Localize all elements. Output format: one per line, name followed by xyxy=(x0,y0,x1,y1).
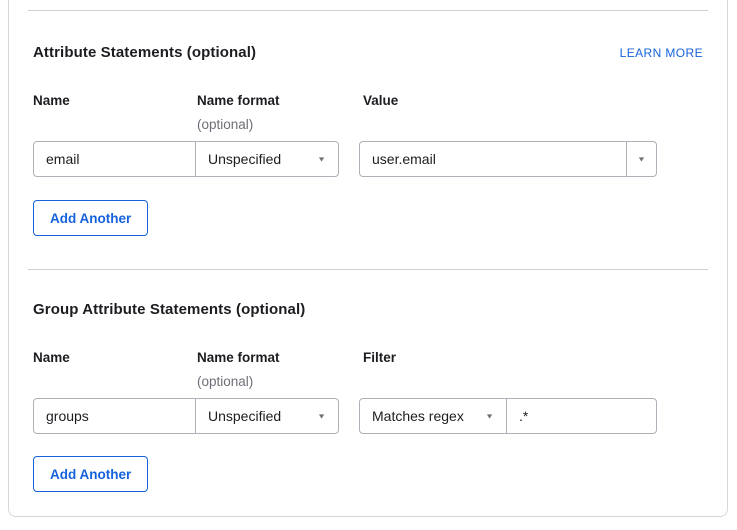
chevron-down-icon: ▼ xyxy=(317,412,326,419)
column-header-name-format: Name format (optional) xyxy=(197,94,359,132)
column-header-name-format: Name format (optional) xyxy=(197,351,359,389)
value-dropdown-button[interactable]: ▼ xyxy=(626,141,657,177)
name-format-dropdown[interactable]: Unspecified ▼ xyxy=(195,141,339,177)
section-divider-top xyxy=(28,10,708,11)
section-divider-middle xyxy=(28,269,708,270)
name-and-format-group: Unspecified ▼ xyxy=(33,141,339,177)
optional-note: (optional) xyxy=(197,118,359,132)
chevron-down-icon: ▼ xyxy=(317,155,326,162)
add-another-group-attribute-button[interactable]: Add Another xyxy=(33,456,148,492)
filter-group: Matches regex ▼ xyxy=(359,398,657,434)
name-and-format-group: Unspecified ▼ xyxy=(33,398,339,434)
filter-value-input[interactable] xyxy=(506,398,657,434)
saml-settings-card: Attribute Statements (optional) LEARN MO… xyxy=(8,0,728,517)
value-group: ▼ xyxy=(359,141,657,177)
attribute-value-input[interactable] xyxy=(359,141,627,177)
attribute-name-input[interactable] xyxy=(33,141,196,177)
column-headers-row: Name Name format (optional) Filter xyxy=(33,351,703,389)
column-header-name: Name xyxy=(33,351,197,365)
section-header: Group Attribute Statements (optional) xyxy=(33,301,703,318)
section-header: Attribute Statements (optional) LEARN MO… xyxy=(33,44,703,61)
optional-note: (optional) xyxy=(197,375,359,389)
group-attribute-name-input[interactable] xyxy=(33,398,196,434)
filter-type-dropdown[interactable]: Matches regex ▼ xyxy=(359,398,507,434)
attribute-statements-section: Attribute Statements (optional) LEARN MO… xyxy=(33,44,703,236)
section-title-attribute-statements: Attribute Statements (optional) xyxy=(33,44,256,61)
section-title-group-attribute-statements: Group Attribute Statements (optional) xyxy=(33,301,305,318)
column-header-value: Value xyxy=(359,94,703,108)
column-headers-row: Name Name format (optional) Value xyxy=(33,94,703,132)
name-format-dropdown[interactable]: Unspecified ▼ xyxy=(195,398,339,434)
group-attribute-row: Unspecified ▼ Matches regex ▼ xyxy=(33,398,703,434)
group-attribute-statements-section: Group Attribute Statements (optional) Na… xyxy=(33,301,703,492)
add-another-attribute-button[interactable]: Add Another xyxy=(33,200,148,236)
column-header-filter: Filter xyxy=(359,351,703,365)
column-header-name: Name xyxy=(33,94,197,108)
chevron-down-icon: ▼ xyxy=(637,155,646,162)
chevron-down-icon: ▼ xyxy=(485,412,494,419)
attribute-row: Unspecified ▼ ▼ xyxy=(33,141,703,177)
learn-more-link[interactable]: LEARN MORE xyxy=(620,46,703,60)
